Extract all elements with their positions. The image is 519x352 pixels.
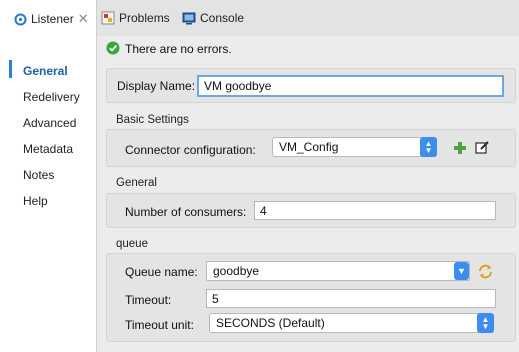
connector-config-stepper[interactable]: ▲ ▼ [420, 137, 437, 157]
general-title: General [116, 177, 157, 189]
queue-title: queue [116, 238, 148, 250]
edit-icon[interactable] [475, 140, 490, 155]
timeout-unit-label: Timeout unit: [125, 318, 194, 332]
queue-name-dropdown-button[interactable]: ▼ [454, 262, 469, 280]
console-icon [182, 12, 196, 24]
queue-name-combo[interactable]: goodbye [206, 261, 470, 281]
consumers-label: Number of consumers: [125, 205, 247, 219]
problems-icon [101, 11, 115, 25]
nav-item-redelivery[interactable]: Redelivery [23, 90, 80, 104]
nav-item-notes[interactable]: Notes [23, 168, 54, 182]
timeout-unit-stepper[interactable]: ▲ ▼ [477, 313, 494, 333]
queue-name-label: Queue name: [125, 265, 198, 279]
tab-listener-label-wrap: Listener ✕ [14, 11, 89, 27]
timeout-label: Timeout: [125, 293, 172, 307]
connector-config-label: Connector configuration: [125, 143, 256, 157]
left-nav [0, 37, 97, 352]
tab-console-label: Console [200, 11, 245, 25]
nav-item-general[interactable]: General [23, 64, 68, 78]
add-icon[interactable] [453, 141, 467, 155]
consumers-field[interactable]: 4 [254, 201, 496, 220]
listener-icon [14, 13, 27, 25]
timeout-unit-value: SECONDS (Default) [216, 316, 325, 330]
timeout-unit-select[interactable]: SECONDS (Default) [209, 313, 494, 333]
queue-name-value: goodbye [213, 264, 260, 278]
tab-console[interactable]: Console [182, 11, 244, 25]
connector-config-value: VM_Config [279, 140, 339, 154]
tab-problems-label: Problems [119, 11, 170, 25]
connector-config-select[interactable]: VM_Config [272, 137, 437, 157]
tab-problems[interactable]: Problems [101, 11, 170, 25]
nav-item-metadata[interactable]: Metadata [23, 142, 73, 156]
nav-selection-indicator [9, 60, 12, 78]
check-icon [106, 41, 120, 55]
close-icon[interactable]: ✕ [78, 11, 89, 27]
nav-item-help[interactable]: Help [23, 194, 48, 208]
timeout-field[interactable]: 5 [206, 289, 496, 308]
tab-listener-label: Listener [31, 12, 74, 26]
refresh-icon[interactable] [477, 263, 494, 280]
basic-settings-title: Basic Settings [116, 114, 189, 126]
status-text: There are no errors. [125, 42, 232, 56]
display-name-label: Display Name: [117, 79, 196, 93]
nav-item-advanced[interactable]: Advanced [23, 116, 76, 130]
display-name-field[interactable]: VM goodbye [197, 75, 504, 97]
